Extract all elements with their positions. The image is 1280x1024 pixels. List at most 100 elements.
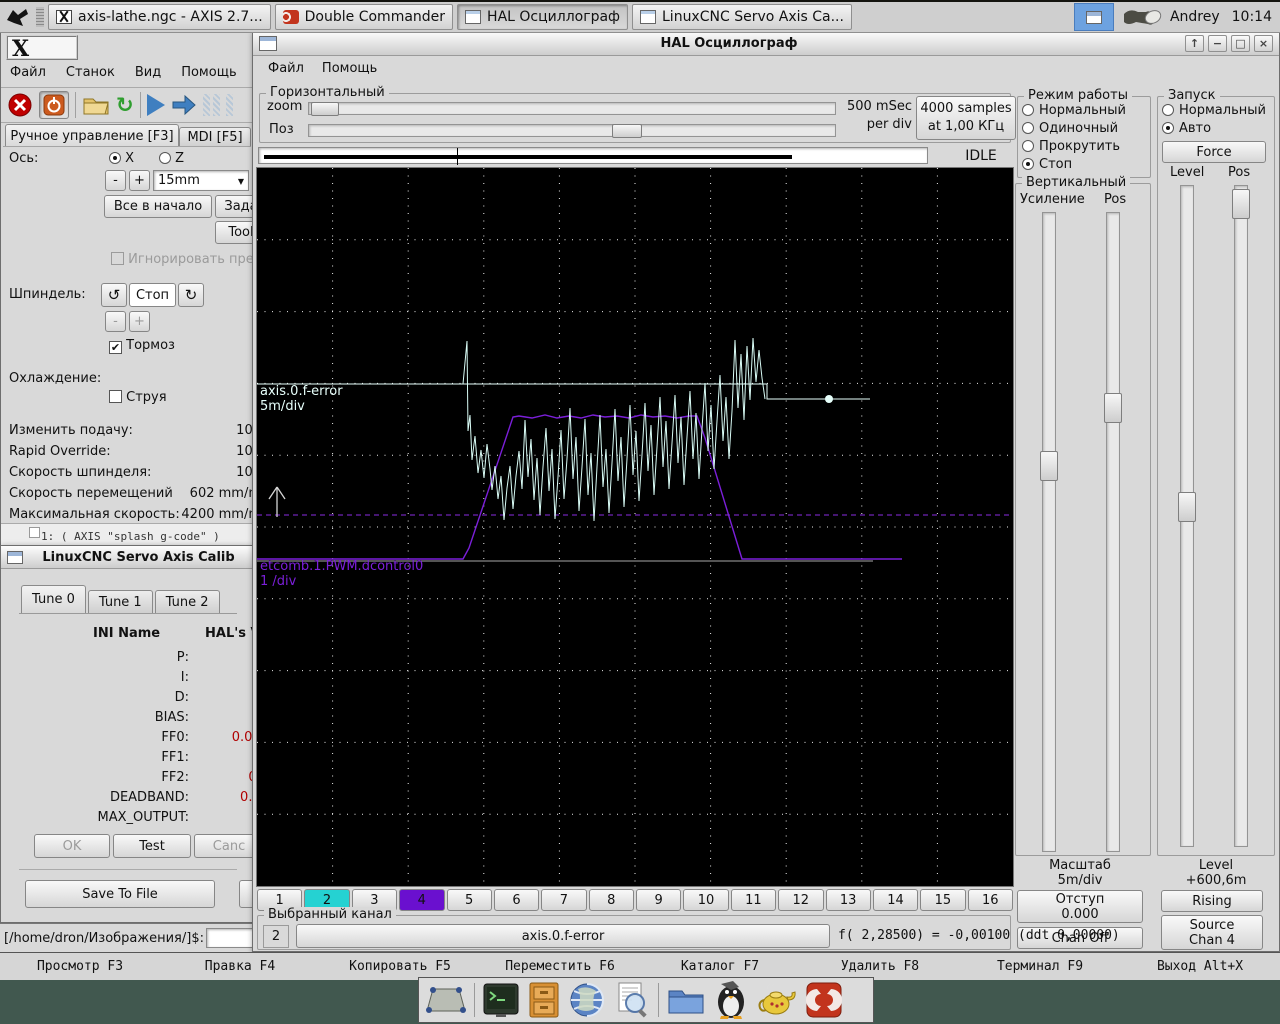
axis-menu-item-Файл[interactable]: Файл (3, 65, 53, 83)
gamepad-mouse-icon[interactable] (1120, 4, 1164, 30)
desktop-icon[interactable] (425, 983, 467, 1017)
override-value[interactable]: 100 (149, 444, 253, 459)
taskbar-grip[interactable] (36, 7, 44, 27)
document-search-icon[interactable] (613, 981, 651, 1019)
mode-radio-одиночный[interactable]: Одиночный (1022, 119, 1150, 137)
spindle-forward-icon[interactable] (178, 283, 204, 307)
fkey-f9[interactable]: Терминал F9 (960, 959, 1120, 974)
channel-button-14[interactable]: 14 (873, 889, 918, 911)
hal-menu-item-Помощь[interactable]: Помощь (315, 61, 384, 79)
reload-icon[interactable] (116, 95, 134, 116)
channel-button-5[interactable]: 5 (447, 889, 492, 911)
taskbar-item[interactable]: LinuxCNC Servo Axis Ca... (632, 4, 852, 30)
param-value[interactable]: 0.00 (197, 790, 253, 805)
clipped-button[interactable] (239, 880, 253, 908)
record-position-marker[interactable] (457, 148, 458, 165)
trig-pos-slider[interactable] (1234, 185, 1248, 847)
trig-pos-slider-handle[interactable] (1232, 189, 1250, 219)
folder-icon[interactable] (666, 983, 706, 1017)
mode-radio-прокрутить[interactable]: Прокрутить (1022, 137, 1150, 155)
param-value[interactable]: 0.000 (197, 730, 253, 745)
channel-button-9[interactable]: 9 (636, 889, 681, 911)
tab-tune-1[interactable]: Tune 1 (88, 590, 153, 613)
penguin-icon[interactable] (713, 980, 749, 1020)
channel-button-13[interactable]: 13 (826, 889, 871, 911)
zoom-slider[interactable] (308, 102, 836, 115)
override-value[interactable]: 602 mm/m (149, 486, 253, 501)
home-all-button[interactable]: Все в начало (104, 195, 212, 218)
minimize-button[interactable] (1208, 35, 1227, 52)
spindle-minus-button[interactable]: - (105, 311, 126, 332)
close-button[interactable] (1254, 35, 1273, 52)
param-value[interactable]: 0.0 (197, 770, 253, 785)
hal-menu-item-Файл[interactable]: Файл (261, 61, 311, 79)
pause-icon[interactable] (203, 94, 220, 116)
run-icon[interactable] (147, 94, 165, 116)
channel-button-10[interactable]: 10 (683, 889, 728, 911)
offset-button[interactable]: Отступ 0.000 (1017, 890, 1143, 923)
zoom-slider-handle[interactable] (311, 102, 339, 116)
pos-slider[interactable] (308, 124, 836, 137)
channel-button-7[interactable]: 7 (541, 889, 586, 911)
channel-button-16[interactable]: 16 (968, 889, 1013, 911)
brake-checkbox[interactable]: Тормоз (109, 338, 175, 354)
scope-display[interactable]: axis.0.f-error 5m/div etcomb.1.PWM.dcont… (256, 167, 1014, 887)
wm-logo-icon[interactable] (0, 3, 34, 31)
fkey-f6[interactable]: Переместить F6 (480, 959, 640, 974)
hal-titlebar[interactable]: HAL Осциллограф (253, 31, 1279, 56)
jog-minus-button[interactable]: - (105, 170, 126, 191)
fkey-alt+x[interactable]: Выход Alt+X (1120, 959, 1280, 974)
rising-button[interactable]: Rising (1161, 890, 1263, 912)
taskbar-item[interactable]: axis-lathe.ngc - AXIS 2.7... (48, 4, 271, 30)
mist-checkbox[interactable]: Струя (109, 390, 167, 405)
taskbar-item[interactable]: Double Commander (275, 4, 453, 30)
level-slider[interactable] (1180, 185, 1194, 847)
trigger-radio-авто[interactable]: Авто (1162, 119, 1274, 137)
terminal-icon[interactable] (482, 982, 520, 1018)
save-to-file-button[interactable]: Save To File (25, 880, 215, 908)
channel-name-button[interactable]: axis.0.f-error (296, 924, 830, 948)
shade-button[interactable] (1185, 35, 1204, 52)
axis-menu-item-Станок[interactable]: Станок (59, 65, 122, 83)
pause-icon-2[interactable] (226, 94, 233, 116)
vert-pos-slider[interactable] (1106, 212, 1120, 852)
gain-slider-handle[interactable] (1040, 451, 1058, 481)
param-value[interactable]: 0 (197, 710, 253, 725)
machine-power-button[interactable] (39, 91, 69, 119)
fkey-f8[interactable]: Удалить F8 (800, 959, 960, 974)
spindle-plus-button[interactable]: + (129, 311, 150, 332)
override-value[interactable]: 100 (149, 465, 253, 480)
gain-slider[interactable] (1042, 212, 1056, 852)
test-button[interactable]: Test (113, 834, 191, 858)
vert-pos-slider-handle[interactable] (1104, 393, 1122, 423)
fkey-f4[interactable]: Правка F4 (160, 959, 320, 974)
axis-x-radio[interactable]: X (109, 151, 134, 166)
taskbar-item[interactable]: HAL Осциллограф (457, 4, 628, 30)
record-progress-bar[interactable] (258, 147, 928, 164)
jog-plus-button[interactable]: + (129, 170, 150, 191)
fkey-f3[interactable]: Просмотр F3 (0, 959, 160, 974)
teapot-icon[interactable] (756, 982, 798, 1018)
calib-titlebar[interactable]: LinuxCNC Servo Axis Calib (1, 546, 252, 569)
maximize-button[interactable] (1231, 35, 1250, 52)
web-browser-icon[interactable] (568, 981, 606, 1019)
samples-button[interactable]: 4000 samples at 1,00 КГц (916, 96, 1016, 140)
axis-z-radio[interactable]: Z (159, 151, 184, 166)
pos-slider-handle[interactable] (612, 124, 642, 138)
channel-button-6[interactable]: 6 (494, 889, 539, 911)
channel-button-15[interactable]: 15 (920, 889, 965, 911)
channel-button-4[interactable]: 4 (399, 889, 444, 911)
fkey-f7[interactable]: Каталог F7 (640, 959, 800, 974)
spindle-reverse-icon[interactable] (101, 283, 127, 307)
ok-button[interactable]: OK (34, 834, 110, 858)
tab-tune-0[interactable]: Tune 0 (21, 585, 86, 613)
open-file-icon[interactable] (82, 93, 110, 117)
spindle-stop-button[interactable]: Стоп (129, 283, 176, 307)
axis-menu-item-Вид[interactable]: Вид (128, 65, 168, 83)
step-icon[interactable] (171, 94, 197, 116)
ignore-limits-checkbox[interactable]: Игнорировать преде (111, 252, 253, 267)
touch-off-button[interactable]: Зада (215, 195, 253, 218)
channel-button-11[interactable]: 11 (731, 889, 776, 911)
trigger-source-button[interactable]: Source Chan 4 (1161, 915, 1263, 950)
channel-button-8[interactable]: 8 (589, 889, 634, 911)
